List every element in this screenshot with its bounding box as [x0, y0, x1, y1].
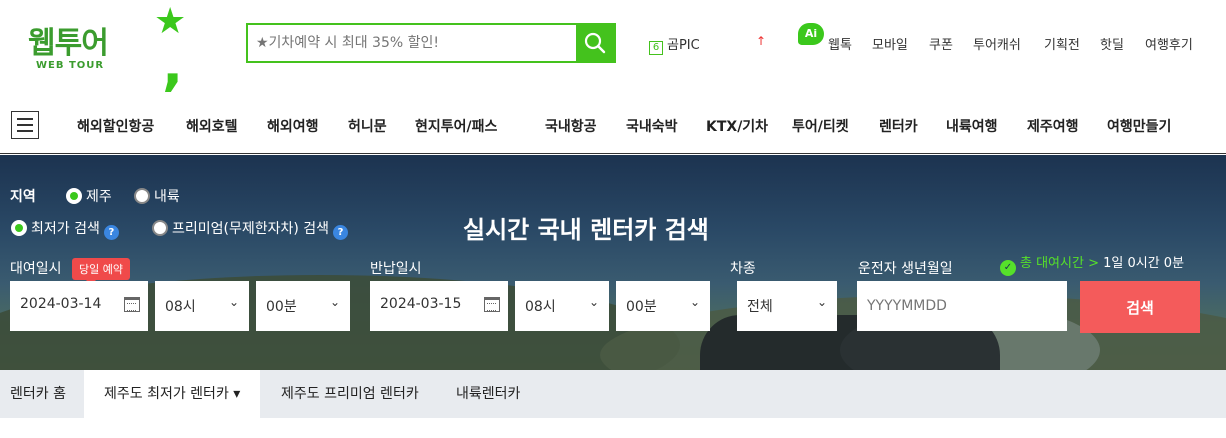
- logo-comma-icon: ,: [162, 33, 184, 98]
- nav-item-jeju[interactable]: 제주여행: [1027, 116, 1079, 136]
- site-header: 웹투어 WEB TOUR ★ , 6 곰PIC ↑ Ai 웹톡 모바일 쿠폰 투어…: [0, 0, 1226, 94]
- rentcar-search-panel: 지역 제주 내륙 최저가 검색? 프리미엄(무제한자차) 검색? 실시간 국내 …: [0, 155, 1226, 370]
- nav-item-ktx[interactable]: KTX/기차: [706, 116, 768, 136]
- region-option-label: 제주: [86, 189, 112, 205]
- rent-min-value: 00분: [266, 299, 297, 315]
- logo-subtext: WEB TOUR: [36, 60, 105, 71]
- search-input[interactable]: [256, 25, 576, 61]
- chevron-down-icon: ⌄: [228, 295, 239, 309]
- calendar-icon: [124, 297, 140, 312]
- nav-item-make-trip[interactable]: 여행만들기: [1107, 116, 1171, 136]
- nav-item-honeymoon[interactable]: 허니문: [348, 116, 387, 136]
- nav-item-domestic-stay[interactable]: 국내숙박: [626, 116, 678, 136]
- chevron-down-icon: ⌄: [329, 295, 340, 309]
- return-hour-select[interactable]: 08시 ⌄: [515, 281, 609, 331]
- region-option-label: 내륙: [154, 189, 180, 205]
- return-min-value: 00분: [626, 299, 657, 315]
- total-time-label: 총 대여시간 >: [1020, 256, 1099, 271]
- rent-date-value: 2024-03-14: [20, 296, 102, 312]
- nav-item-intl-travel[interactable]: 해외여행: [267, 116, 319, 136]
- birth-date-input[interactable]: [857, 281, 1067, 331]
- radio-selected-icon: [66, 188, 82, 204]
- util-link-hotdeal[interactable]: 핫딜: [1100, 34, 1124, 53]
- radio-unselected-icon: [134, 188, 150, 204]
- hero-title: 실시간 국내 렌터카 검색: [463, 216, 709, 244]
- tab-jeju-premium[interactable]: 제주도 프리미엄 렌터카: [281, 370, 419, 418]
- return-date-field[interactable]: 2024-03-15: [370, 281, 508, 331]
- rent-date-field[interactable]: 2024-03-14: [10, 281, 148, 331]
- nav-item-rentcar[interactable]: 렌터카: [879, 116, 918, 136]
- same-day-tag: 당일 예약: [72, 258, 130, 285]
- rent-min-select[interactable]: 00분 ⌄: [256, 281, 350, 331]
- nav-item-inland[interactable]: 내륙여행: [946, 116, 998, 136]
- total-time-value: 1일 0시간 0분: [1103, 256, 1185, 271]
- region-radio-jeju[interactable]: 제주: [66, 186, 112, 206]
- rent-hour-value: 08시: [165, 299, 196, 315]
- search-button[interactable]: [576, 25, 614, 61]
- return-min-select[interactable]: 00분 ⌄: [616, 281, 710, 331]
- car-type-label: 차종: [730, 261, 756, 277]
- help-icon[interactable]: ?: [333, 225, 349, 240]
- main-nav: 해외할인항공 해외호텔 해외여행 허니문 현지투어/패스 국내항공 국내숙박 K…: [0, 96, 1226, 154]
- util-link-exhibition[interactable]: 기획전: [1044, 34, 1080, 53]
- nav-item-ticket[interactable]: 투어/티켓: [792, 116, 849, 136]
- calendar-icon: [484, 297, 500, 312]
- chevron-down-icon: ⌄: [689, 295, 700, 309]
- chevron-down-icon: ⌄: [588, 295, 599, 309]
- gompic-label: 곰PIC: [667, 38, 700, 53]
- search-option-premium[interactable]: 프리미엄(무제한자차) 검색?: [152, 218, 349, 240]
- logo-wordmark: 웹투어: [28, 26, 109, 61]
- menu-icon[interactable]: [11, 111, 39, 139]
- webtour-logo[interactable]: 웹투어 WEB TOUR ★ ,: [28, 4, 198, 94]
- car-type-select[interactable]: 전체 ⌄: [737, 281, 837, 331]
- birth-date-field: [857, 281, 1067, 331]
- return-date-value: 2024-03-15: [380, 296, 462, 312]
- search-option-label: 프리미엄(무제한자차) 검색: [172, 221, 330, 237]
- util-link-mobile[interactable]: 모바일: [872, 34, 908, 53]
- search-icon: [584, 32, 606, 54]
- ai-chat-icon[interactable]: Ai: [798, 23, 824, 45]
- driver-birth-label: 운전자 생년월일: [858, 261, 953, 277]
- gompic-link[interactable]: 6 곰PIC: [649, 34, 700, 55]
- rentcar-tabs: 렌터카 홈 제주도 최저가 렌터카 ▾ 제주도 프리미엄 렌터카 내륙렌터카: [0, 370, 1226, 418]
- tab-inland-rentcar[interactable]: 내륙렌터카: [456, 370, 520, 418]
- util-link-tourcash[interactable]: 투어캐쉬: [973, 34, 1021, 53]
- rent-datetime-label: 대여일시: [10, 261, 62, 277]
- search-bar: [246, 23, 616, 63]
- rentcar-search-button[interactable]: 검색: [1080, 281, 1200, 333]
- check-circle-icon: ✓: [1000, 260, 1016, 276]
- nav-item-intl-hotel[interactable]: 해외호텔: [186, 116, 238, 136]
- car-type-value: 전체: [747, 299, 773, 315]
- total-rent-time: ✓ 총 대여시간 > 1일 0시간 0분: [1000, 252, 1184, 276]
- radio-unselected-icon: [152, 220, 168, 236]
- rent-hour-select[interactable]: 08시 ⌄: [155, 281, 249, 331]
- tab-rentcar-home[interactable]: 렌터카 홈: [10, 370, 66, 418]
- chevron-down-icon: ⌄: [816, 295, 827, 309]
- arrow-up-icon[interactable]: ↑: [756, 34, 766, 48]
- return-hour-value: 08시: [525, 299, 556, 315]
- region-radio-inland[interactable]: 내륙: [134, 186, 180, 206]
- search-option-label: 최저가 검색: [31, 221, 100, 237]
- help-icon[interactable]: ?: [103, 225, 119, 240]
- nav-item-domestic-flight[interactable]: 국내항공: [545, 116, 597, 136]
- search-option-lowest[interactable]: 최저가 검색?: [11, 218, 119, 240]
- util-link-webtalk[interactable]: 웹톡: [828, 34, 852, 53]
- util-link-coupon[interactable]: 쿠폰: [929, 34, 953, 53]
- region-label: 지역: [10, 189, 36, 205]
- util-link-review[interactable]: 여행후기: [1145, 34, 1193, 53]
- radio-selected-icon: [11, 220, 27, 236]
- gompic-icon: 6: [649, 41, 663, 55]
- nav-item-intl-flight[interactable]: 해외할인항공: [77, 116, 154, 136]
- nav-item-local-tour[interactable]: 현지투어/패스: [415, 116, 497, 136]
- tab-jeju-lowest[interactable]: 제주도 최저가 렌터카 ▾: [84, 370, 261, 418]
- return-datetime-label: 반납일시: [370, 261, 422, 277]
